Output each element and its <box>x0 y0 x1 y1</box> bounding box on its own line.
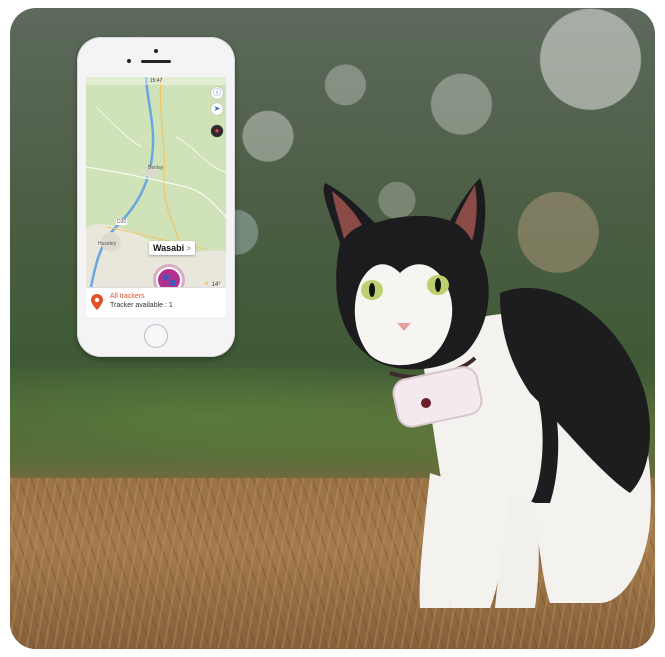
locate-icon[interactable]: ➤ <box>211 103 223 115</box>
location-pin-icon <box>91 294 103 310</box>
town-label-north: Benlay <box>148 165 164 171</box>
road-badge: D30 <box>116 219 128 225</box>
phone-mockup: 15:47 ⓘ ➤ ● Benlay Huseley D30 Wasabi > 🐾… <box>77 37 235 357</box>
home-button[interactable] <box>144 324 168 348</box>
chevron-right-icon: > <box>186 244 191 253</box>
pet-name-callout[interactable]: Wasabi > <box>149 241 195 255</box>
phone-screen: 15:47 ⓘ ➤ ● Benlay Huseley D30 Wasabi > 🐾… <box>86 77 226 317</box>
cat-icon <box>323 178 651 608</box>
compass-icon[interactable]: ● <box>211 125 223 137</box>
cat-illustration <box>300 173 655 613</box>
status-bar: 15:47 <box>86 77 226 85</box>
trackers-panel[interactable]: All trackers Tracker available : 1 <box>86 287 226 317</box>
phone-sensor <box>127 59 131 63</box>
phone-speaker <box>141 60 171 63</box>
info-icon[interactable]: ⓘ <box>211 87 223 99</box>
town-label-west: Huseley <box>98 241 117 247</box>
phone-camera <box>154 49 158 53</box>
trackers-title: All trackers <box>110 293 145 300</box>
trackers-count: Tracker available : 1 <box>110 302 173 309</box>
photo-frame: 15:47 ⓘ ➤ ● Benlay Huseley D30 Wasabi > 🐾… <box>10 8 655 649</box>
pet-name: Wasabi <box>153 243 185 253</box>
map-view[interactable] <box>86 77 226 287</box>
